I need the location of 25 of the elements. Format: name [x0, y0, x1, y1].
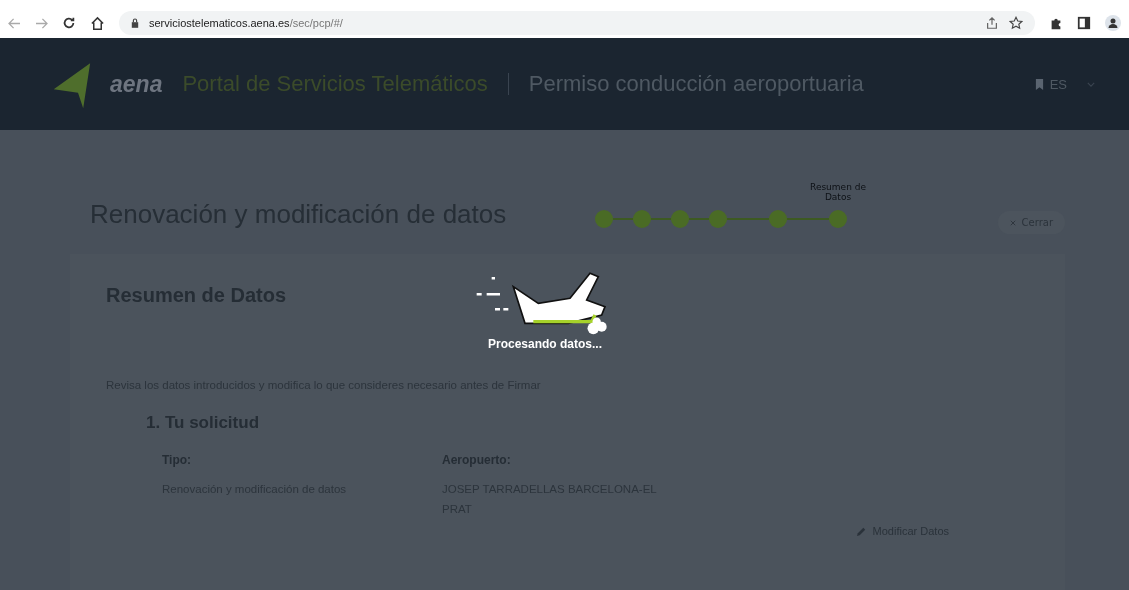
logo-text[interactable]: aena — [110, 70, 163, 98]
close-icon — [1009, 219, 1016, 226]
address-bar[interactable]: serviciostelematicos.aena.es/sec/pcp/#/ — [119, 11, 1035, 35]
sidebar-icon[interactable] — [1077, 16, 1091, 30]
step-dot[interactable] — [595, 210, 613, 228]
flag-icon[interactable] — [1034, 78, 1044, 90]
star-icon[interactable] — [1009, 16, 1023, 30]
loading-message: Procesando datos... — [488, 337, 602, 351]
back-arrow-icon[interactable] — [8, 17, 21, 29]
step-dot[interactable] — [709, 210, 727, 228]
lock-icon — [131, 18, 139, 28]
step-dot[interactable] — [671, 210, 689, 228]
caret-icon[interactable] — [1087, 81, 1095, 87]
reload-icon[interactable] — [62, 16, 76, 30]
forward-arrow-icon[interactable] — [35, 17, 48, 29]
step-dot[interactable] — [769, 210, 787, 228]
step-dot[interactable] — [633, 210, 651, 228]
step-dot[interactable] — [829, 210, 847, 228]
profile-icon[interactable] — [1105, 15, 1121, 31]
url-text: serviciostelematicos.aena.es/sec/pcp/#/ — [149, 17, 343, 29]
step-label: Resumen de Datos — [810, 182, 866, 202]
puzzle-icon[interactable] — [1049, 16, 1063, 30]
home-icon[interactable] — [90, 15, 105, 31]
pencil-icon — [855, 525, 867, 537]
share-icon[interactable] — [985, 16, 999, 30]
